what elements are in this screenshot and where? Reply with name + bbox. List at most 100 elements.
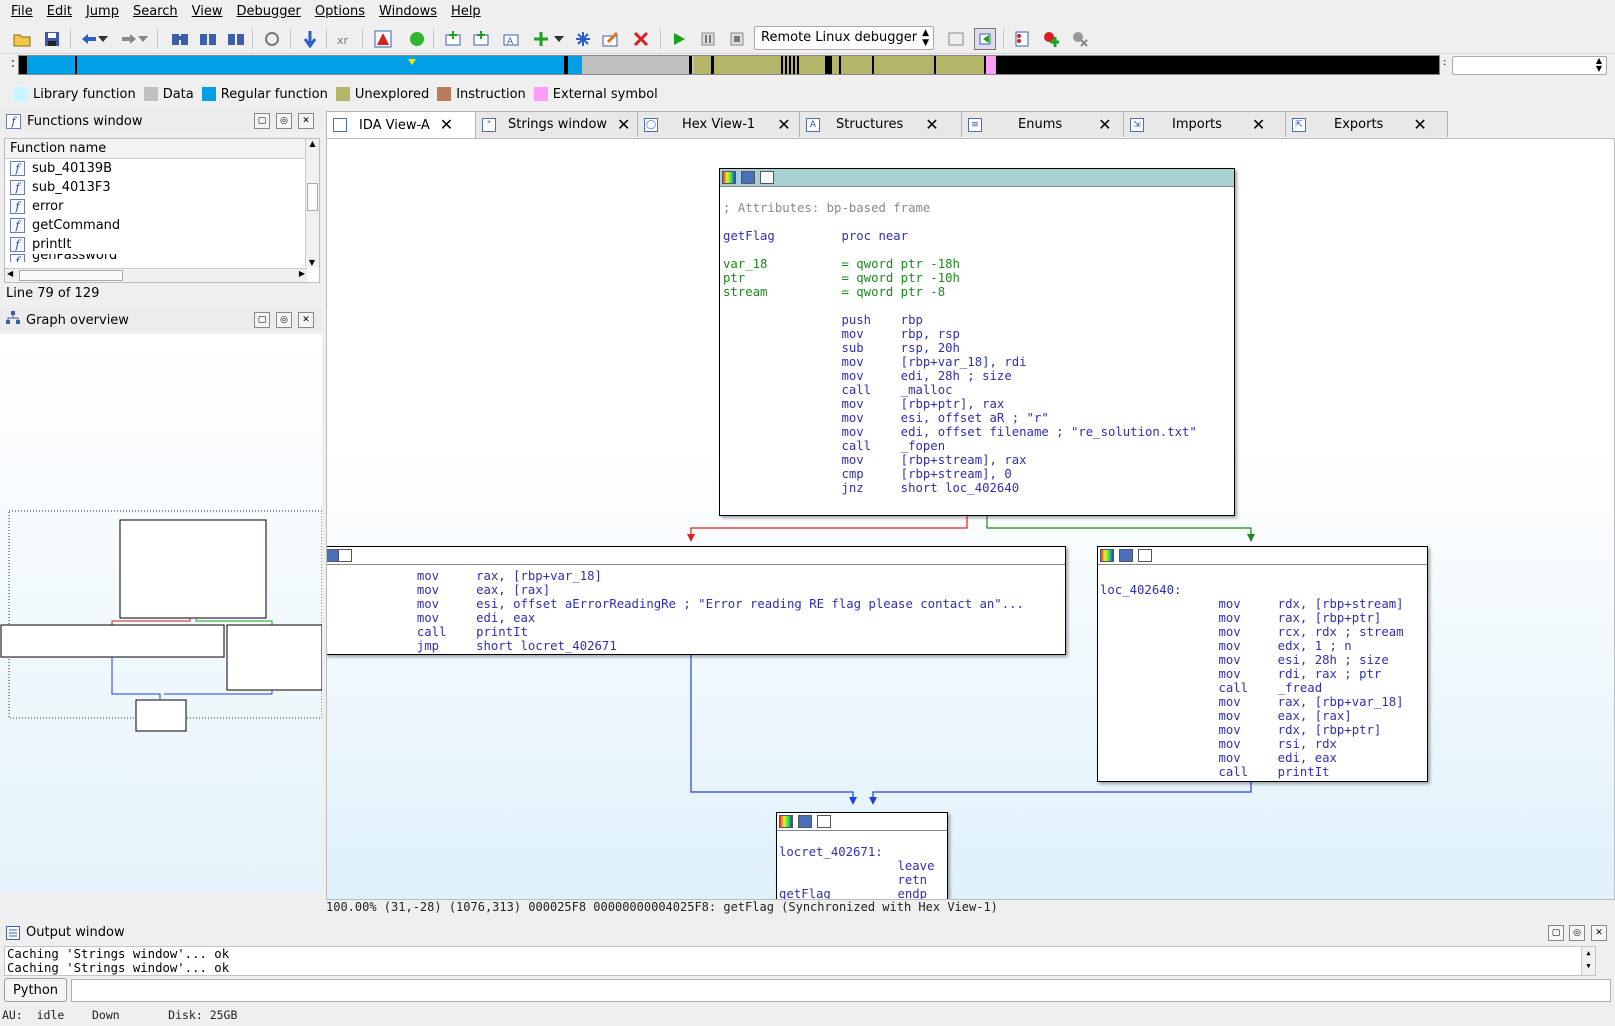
float-pane-icon[interactable]: ◎ bbox=[276, 113, 292, 129]
create-data-icon[interactable] bbox=[470, 28, 492, 50]
code-line[interactable]: mov rsi, rdx bbox=[1100, 737, 1427, 751]
pause-icon[interactable] bbox=[697, 28, 719, 50]
code-line[interactable]: call _fread bbox=[1100, 681, 1427, 695]
code-line[interactable]: mov rax, [rbp+var_18] bbox=[1100, 695, 1427, 709]
scroll-thumb[interactable] bbox=[19, 270, 123, 281]
restore-pane-icon[interactable]: ▢ bbox=[254, 312, 270, 328]
forward-dropdown-icon[interactable] bbox=[136, 28, 150, 50]
code-line[interactable]: jmp short locret_402671 bbox=[328, 639, 1065, 653]
code-line[interactable]: getFlag endp bbox=[779, 887, 947, 899]
close-tab-icon[interactable]: ✕ bbox=[440, 117, 453, 133]
menu-jump[interactable]: Jump bbox=[79, 0, 126, 24]
code-line[interactable]: mov eax, [rax] bbox=[1100, 709, 1427, 723]
code-line[interactable]: call _fopen bbox=[723, 439, 1234, 453]
code-line[interactable]: call printIt bbox=[328, 625, 1065, 639]
code-line[interactable]: retn bbox=[779, 873, 947, 887]
switch-debugger-icon[interactable] bbox=[974, 28, 996, 50]
code-line[interactable]: var_18 = qword ptr -18h bbox=[723, 257, 1234, 271]
close-pane-icon[interactable]: ✕ bbox=[298, 312, 314, 328]
search-text-icon[interactable] bbox=[197, 28, 219, 50]
warning-triangle-icon[interactable] bbox=[372, 28, 394, 50]
code-line[interactable]: mov rdx, [rbp+ptr] bbox=[1100, 723, 1427, 737]
list-item[interactable]: f printIt bbox=[5, 235, 319, 254]
graph-overview[interactable] bbox=[0, 334, 323, 892]
scroll-right-icon[interactable]: ▶ bbox=[299, 269, 305, 278]
attach-process-icon[interactable] bbox=[945, 28, 967, 50]
navigation-band[interactable] bbox=[18, 55, 1440, 75]
code-line[interactable]: call printIt bbox=[1100, 765, 1427, 779]
tab-exports[interactable]: ⇱ Exports ✕ bbox=[1285, 111, 1448, 137]
start-process-icon[interactable] bbox=[668, 28, 690, 50]
node-group-icon[interactable] bbox=[1138, 549, 1152, 562]
float-pane-icon[interactable]: ◎ bbox=[1569, 925, 1585, 941]
list-item[interactable]: f getCommand bbox=[5, 216, 319, 235]
menu-options[interactable]: Options bbox=[308, 0, 372, 24]
menu-file[interactable]: File bbox=[4, 0, 40, 24]
enum-icon[interactable] bbox=[572, 28, 594, 50]
code-line[interactable]: jnz short loc_402640 bbox=[723, 481, 1234, 495]
code-line[interactable]: mov [rbp+var_18], rdi bbox=[723, 355, 1234, 369]
code-line[interactable]: mov [rbp+stream], rax bbox=[723, 453, 1234, 467]
node-group-icon[interactable] bbox=[760, 171, 774, 184]
close-tab-icon[interactable]: ✕ bbox=[925, 116, 938, 132]
vertical-scrollbar[interactable]: ▲ ▼ bbox=[305, 139, 319, 267]
code-line[interactable]: stream = qword ptr -8 bbox=[723, 285, 1234, 299]
code-line[interactable]: mov edx, 1 ; n bbox=[1100, 639, 1427, 653]
code-line[interactable] bbox=[723, 243, 1234, 257]
tab-imports[interactable]: ⇲ Imports ✕ bbox=[1123, 111, 1286, 137]
code-line[interactable] bbox=[723, 187, 1234, 201]
scroll-up-icon[interactable]: ▲ bbox=[306, 139, 319, 148]
code-line[interactable]: call _malloc bbox=[723, 383, 1234, 397]
close-pane-icon[interactable]: ✕ bbox=[1591, 925, 1607, 941]
python-command-input[interactable] bbox=[71, 979, 1611, 1002]
code-line[interactable]: mov esi, offset aErrorReadingRe ; "Error… bbox=[328, 597, 1065, 611]
restore-pane-icon[interactable]: ▢ bbox=[1548, 925, 1564, 941]
node-group-icon[interactable] bbox=[338, 549, 352, 562]
list-item[interactable]: f sub_40139B bbox=[5, 159, 319, 178]
search-binary-icon[interactable] bbox=[225, 28, 247, 50]
delete-x-icon[interactable] bbox=[630, 28, 652, 50]
add-struct-icon[interactable] bbox=[530, 28, 552, 50]
code-line[interactable]: cmp [rbp+stream], 0 bbox=[723, 467, 1234, 481]
code-line[interactable]: loc_402640: bbox=[1100, 583, 1427, 597]
code-line[interactable]: mov rax, [rbp+ptr] bbox=[1100, 611, 1427, 625]
code-line[interactable]: mov rbp, rsp bbox=[723, 327, 1234, 341]
code-line[interactable]: mov rdx, [rbp+stream] bbox=[1100, 597, 1427, 611]
binoculars-icon[interactable] bbox=[169, 28, 191, 50]
graph-node-locret-402671[interactable]: locret_402671: leave retn getFlag endp bbox=[776, 812, 948, 899]
breakpoints-list-icon[interactable] bbox=[1011, 28, 1033, 50]
tab-enums[interactable]: ≡ Enums ✕ bbox=[961, 111, 1124, 137]
scroll-down-icon[interactable]: ▼ bbox=[306, 258, 318, 267]
close-tab-icon[interactable]: ✕ bbox=[1413, 116, 1426, 132]
code-line[interactable]: mov esi, offset aR ; "r" bbox=[723, 411, 1234, 425]
python-button[interactable]: Python bbox=[4, 978, 67, 1002]
code-line[interactable]: mov [rbp+ptr], rax bbox=[723, 397, 1234, 411]
list-item[interactable]: f sub_4013F3 bbox=[5, 178, 319, 197]
code-line[interactable] bbox=[723, 215, 1234, 229]
save-icon[interactable] bbox=[41, 28, 63, 50]
float-pane-icon[interactable]: ◎ bbox=[276, 312, 292, 328]
graph-node-error-branch[interactable]: mov rax, [rbp+var_18] mov eax, [rax] mov… bbox=[327, 546, 1066, 655]
open-folder-icon[interactable] bbox=[11, 28, 33, 50]
scroll-thumb[interactable] bbox=[307, 183, 318, 211]
code-line[interactable]: getFlag proc near bbox=[723, 229, 1234, 243]
code-line[interactable] bbox=[723, 299, 1234, 313]
edit-icon[interactable] bbox=[600, 28, 622, 50]
code-line[interactable]: mov edi, eax bbox=[1100, 751, 1427, 765]
code-line[interactable] bbox=[779, 831, 947, 845]
node-color-icon[interactable] bbox=[722, 171, 736, 184]
code-line[interactable]: push rbp bbox=[723, 313, 1234, 327]
menu-view[interactable]: View bbox=[185, 0, 230, 24]
cross-reference-icon[interactable]: xr bbox=[334, 28, 356, 50]
create-string-icon[interactable]: A bbox=[500, 28, 522, 50]
graph-node-getflag[interactable]: ; Attributes: bp-based frame getFlag proc… bbox=[719, 168, 1235, 516]
node-edit-icon[interactable] bbox=[741, 171, 755, 184]
add-breakpoint-icon[interactable] bbox=[1040, 28, 1062, 50]
jump-down-icon[interactable] bbox=[299, 28, 321, 50]
ida-view-graph[interactable]: ; Attributes: bp-based frame getFlag proc… bbox=[326, 138, 1615, 900]
code-line[interactable]: mov edi, eax bbox=[328, 611, 1065, 625]
scroll-left-icon[interactable]: ◀ bbox=[7, 269, 13, 278]
list-item[interactable]: f error bbox=[5, 197, 319, 216]
create-function-icon[interactable] bbox=[442, 28, 464, 50]
tab-hex-view-1[interactable]: ◯ Hex View-1 ✕ bbox=[637, 111, 800, 137]
